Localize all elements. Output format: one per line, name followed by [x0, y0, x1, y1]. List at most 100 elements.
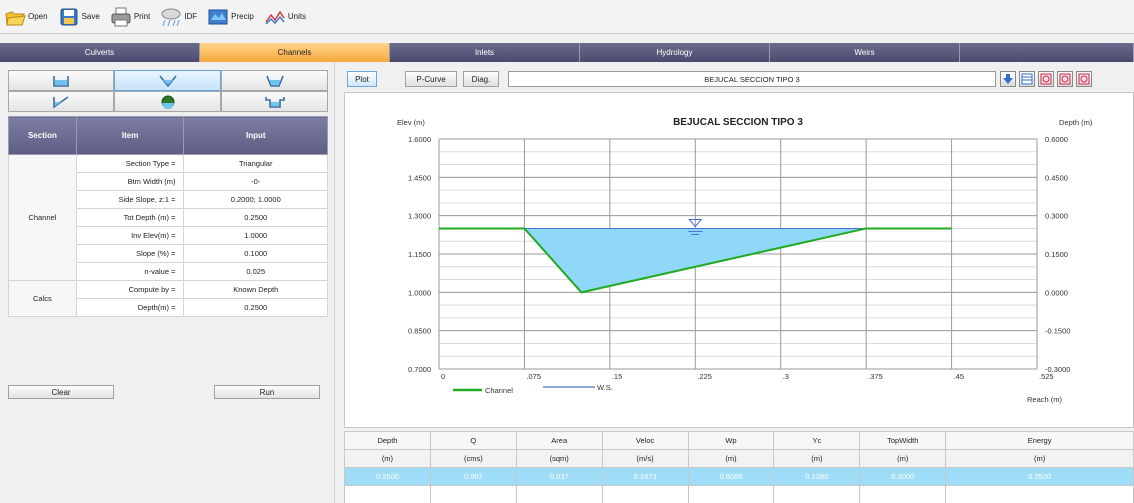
precip-button[interactable]: Precip — [207, 4, 254, 30]
compound-channel-icon — [264, 96, 285, 108]
units-label: Units — [287, 12, 307, 21]
results-units-row: (m) (cms) (sqm) (m/s) (m) (m) (m) (m) — [344, 449, 1134, 468]
x-tick-label: .3 — [783, 372, 789, 381]
save-disk-icon — [58, 6, 80, 28]
channel-cross-section-chart: 1.6000 0.6000 1.4500 0.4500 1.3000 0.3000 1.15… — [397, 117, 1093, 404]
rectangular-channel-icon — [53, 75, 69, 87]
left-panel: Section Item Input Channel Section Type … — [0, 62, 335, 503]
slope-input[interactable]: 0.1000 — [183, 244, 328, 263]
down-arrow-icon[interactable] — [1000, 71, 1016, 87]
x-tick-label: .375 — [868, 372, 883, 381]
item-label: Inv Elev(m) = — [75, 226, 185, 245]
circular-shape-button[interactable] — [114, 91, 221, 112]
item-header: Item — [75, 116, 185, 155]
section-calcs-label: Calcs — [8, 280, 77, 317]
tab-diagram[interactable]: Diag. — [463, 71, 499, 87]
run-button[interactable]: Run — [214, 385, 320, 399]
x-tick-label: .45 — [954, 372, 964, 381]
zoom-fit-icon[interactable] — [1076, 71, 1092, 87]
rectangular-shape-button[interactable] — [8, 70, 114, 91]
y-tick-label-left: 0.7000 — [408, 365, 431, 374]
table-icon[interactable] — [1019, 71, 1035, 87]
results-data-row[interactable]: 0.2500 0.007 0.037 0.1973 0.6085 0.1280 0.3000… — [344, 467, 1134, 486]
section-title-input[interactable]: BEJUCAL SECCION TIPO 3 — [508, 71, 996, 87]
results-value-cell[interactable]: 0.2500 — [344, 467, 431, 486]
gutter-channel-icon — [53, 95, 69, 109]
precip-map-icon — [207, 6, 229, 28]
clear-button[interactable]: Clear — [8, 385, 114, 399]
results-header-cell: Yc — [773, 431, 861, 450]
save-button[interactable]: Save — [58, 4, 100, 30]
tab-channels[interactable]: Channels — [200, 43, 390, 62]
y-tick-label-right: -0.1500 — [1045, 327, 1070, 336]
total-depth-input[interactable]: 0.2500 — [183, 208, 328, 227]
results-unit-cell: (m) — [773, 449, 861, 468]
section-type-input[interactable]: Triangular — [183, 154, 328, 173]
results-unit-cell: (sqm) — [515, 449, 603, 468]
idf-label: IDF — [184, 12, 198, 21]
tab-plot[interactable]: Plot — [347, 71, 377, 87]
results-empty-cell — [429, 485, 517, 503]
legend-channel-label: Channel — [485, 386, 513, 395]
triangular-shape-button[interactable] — [114, 70, 221, 91]
triangular-channel-icon — [158, 75, 177, 87]
x-tick-label: .225 — [697, 372, 712, 381]
zoom-out-icon[interactable] — [1057, 71, 1073, 87]
item-label: Depth(m) = — [75, 298, 185, 317]
n-value-input[interactable]: 0.025 — [183, 262, 328, 281]
x-tick-label: .525 — [1039, 372, 1054, 381]
y-tick-label-left: 1.4500 — [408, 173, 431, 182]
open-button[interactable]: Open — [4, 4, 48, 30]
trapezoidal-channel-icon — [265, 75, 284, 87]
depth-input[interactable]: 0.2500 — [183, 298, 328, 317]
x-tick-label: .075 — [526, 372, 541, 381]
print-button[interactable]: Print — [110, 4, 150, 30]
results-empty-cell — [515, 485, 603, 503]
y-tick-label-left: 1.6000 — [408, 135, 431, 144]
results-value-cell[interactable]: 0.037 — [515, 467, 603, 486]
input-header: Input — [183, 116, 328, 155]
results-empty-cell — [344, 485, 431, 503]
y-tick-label-left: 1.3000 — [408, 212, 431, 221]
results-value-cell[interactable]: 0.007 — [429, 467, 517, 486]
tab-blank[interactable] — [960, 43, 1134, 62]
tab-culverts[interactable]: Culverts — [0, 43, 200, 62]
main-tab-bar: Culverts Channels Inlets Hydrology Weirs — [0, 43, 1134, 62]
channel-shape-selector — [8, 70, 328, 112]
tab-weirs[interactable]: Weirs — [770, 43, 960, 62]
input-table: Section Item Input Channel Section Type … — [8, 116, 328, 317]
y-tick-label-right: 0.4500 — [1045, 173, 1068, 182]
y-tick-label-left: 0.8500 — [408, 327, 431, 336]
results-header-cell: TopWidth — [859, 431, 947, 450]
results-unit-cell: (m) — [344, 449, 431, 468]
y-axis-label-left: Elev (m) — [397, 118, 425, 127]
results-header-cell: Veloc — [601, 431, 689, 450]
legend-ws-label: W.S. — [597, 383, 613, 392]
idf-button[interactable]: IDF — [160, 4, 197, 30]
tab-inlets[interactable]: Inlets — [390, 43, 580, 62]
results-header-cell: Area — [515, 431, 603, 450]
item-label: Side Slope, z:1 = — [75, 190, 185, 209]
side-slope-input[interactable]: 0.2000; 1.0000 — [183, 190, 328, 209]
trapezoidal-shape-button[interactable] — [221, 70, 328, 91]
bottom-width-input[interactable]: -0- — [183, 172, 328, 191]
tab-p-curve[interactable]: P-Curve — [405, 71, 457, 87]
gutter-shape-button[interactable] — [8, 91, 114, 112]
tab-hydrology[interactable]: Hydrology — [580, 43, 770, 62]
results-value-cell[interactable]: 0.3000 — [859, 467, 947, 486]
channel-plot: 1.6000 0.6000 1.4500 0.4500 1.3000 0.3000 1.15… — [344, 92, 1134, 428]
compound-shape-button[interactable] — [221, 91, 328, 112]
results-value-cell[interactable]: 0.1280 — [773, 467, 861, 486]
units-chart-icon — [264, 6, 286, 28]
zoom-in-icon[interactable] — [1038, 71, 1054, 87]
results-value-cell[interactable]: 0.6085 — [687, 467, 775, 486]
results-header-cell: Wp — [687, 431, 775, 450]
invert-elevation-input[interactable]: 1.0000 — [183, 226, 328, 245]
item-label: Compute by = — [75, 280, 185, 299]
item-label: Slope (%) = — [75, 244, 185, 263]
results-unit-cell: (m) — [687, 449, 775, 468]
results-value-cell[interactable]: 0.2520 — [945, 467, 1134, 486]
results-value-cell[interactable]: 0.1973 — [601, 467, 689, 486]
units-button[interactable]: Units — [264, 4, 306, 30]
compute-by-input[interactable]: Known Depth — [183, 280, 328, 299]
